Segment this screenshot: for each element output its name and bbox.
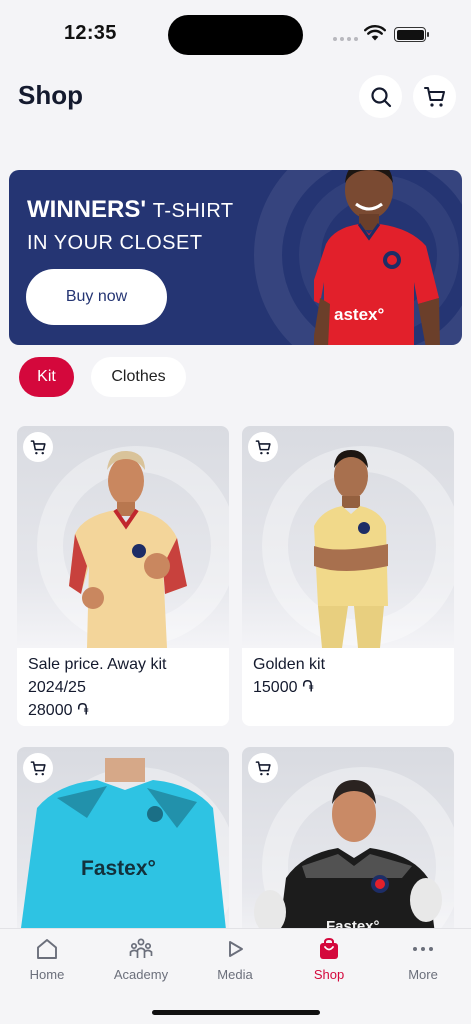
product-photo-away-kit [69,450,187,648]
banner-sponsor: astex° [334,305,384,324]
cart-icon [423,86,445,107]
product-card[interactable]: Golden kit 15000 ֏ [242,426,454,726]
promo-banner[interactable]: WINNERS' T-SHIRT IN YOUR CLOSET Buy now … [9,170,462,345]
nav-label: Home [29,967,65,982]
product-card[interactable]: Fastex° [17,747,229,947]
banner-headline: WINNERS' T-SHIRT [27,196,234,224]
home-indicator[interactable] [152,1010,320,1015]
category-chip-clothes[interactable]: Clothes [91,357,186,397]
nav-label: Media [217,967,253,982]
product-title: Golden kit [253,656,326,673]
banner-subheadline: IN YOUR CLOSET [27,232,203,254]
cart-icon [255,439,271,454]
product-price: 28000 ֏ [28,702,89,719]
more-icon [413,947,433,951]
product-image [242,426,454,648]
product-image [17,426,229,648]
nav-item-media[interactable]: Media [200,937,270,982]
home-icon [37,939,57,959]
media-icon [229,941,243,957]
banner-headline-bold: WINNERS' [27,196,147,223]
category-chip-kit[interactable]: Kit [19,357,74,397]
dynamic-island [168,15,303,55]
search-button[interactable] [359,75,402,118]
cellular-signal-icon [333,37,358,41]
add-to-cart-button[interactable] [248,753,278,783]
shop-icon [320,937,338,959]
nav-item-home[interactable]: Home [12,937,82,982]
jersey-sponsor: Fastex° [81,857,156,880]
cart-icon [30,760,46,775]
add-to-cart-button[interactable] [23,753,53,783]
page-title: Shop [18,80,83,110]
nav-item-shop[interactable]: Shop [294,937,364,982]
product-card[interactable]: Sale price. Away kit 2024/25 28000 ֏ [17,426,229,726]
add-to-cart-button[interactable] [23,432,53,462]
product-photo-golden-kit [314,450,388,648]
cart-icon [255,760,271,775]
status-bar: 12:35 [0,0,471,66]
nav-label: Academy [113,967,169,982]
product-title: Sale price. Away kit 2024/25 [28,656,167,696]
buy-now-button[interactable]: Buy now [26,269,167,325]
academy-icon [129,938,153,958]
nav-label: More [408,967,438,982]
status-time: 12:35 [64,22,117,44]
product-card[interactable]: Fastex° [242,747,454,947]
nav-label: Shop [313,967,345,982]
product-price: 15000 ֏ [253,679,314,696]
nav-item-academy[interactable]: Academy [106,937,176,982]
battery-icon [394,27,429,42]
nav-item-more[interactable]: More [388,937,458,982]
add-to-cart-button[interactable] [248,432,278,462]
cart-button[interactable] [413,75,456,118]
banner-player-image: astex° [314,170,440,345]
banner-headline-light: T-SHIRT [152,200,234,222]
wifi-icon [364,25,386,41]
search-icon [370,86,391,107]
cart-icon [30,439,46,454]
